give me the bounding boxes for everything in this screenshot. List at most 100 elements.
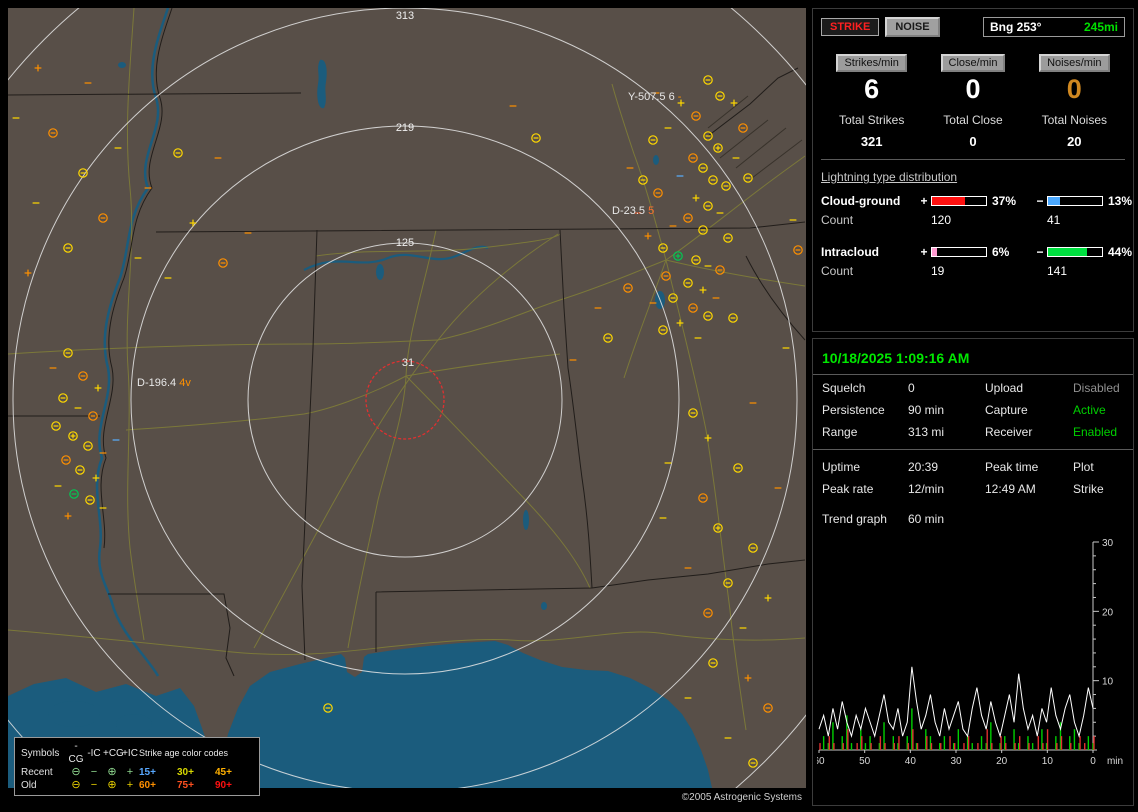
noises-per-min: Noises/min 0: [1024, 53, 1125, 105]
status-panel: 10/18/2025 1:09:16 AM Squelch 0 Upload D…: [812, 338, 1134, 806]
close-per-min-button[interactable]: Close/min: [940, 54, 1006, 72]
range-value: 313 mi: [908, 425, 945, 439]
range-ring-label: 125: [396, 237, 414, 249]
map-area: 313 219 125 31 Y-507.5 6 - D-23.5 5 D-196.4 4v…: [8, 8, 806, 804]
legend-header: Symbols -CG -IC +CG +IC Strike age color…: [21, 740, 253, 766]
legend-age-code: 15+: [139, 767, 156, 778]
upload-status: Disabled: [1073, 381, 1120, 395]
total-strikes: Total Strikes 321: [821, 113, 922, 149]
peak-time-value: 12:49 AM: [985, 482, 1036, 496]
range-ring-label: 219: [396, 122, 414, 134]
total-close-value: 0: [969, 134, 977, 149]
legend-row: Recent ⊖ − ⊕ +15+ 30+ 45+: [21, 766, 253, 779]
trend-y-tick-label: 20: [1102, 607, 1114, 618]
trend-x-unit: min: [1107, 756, 1123, 767]
uptime-value: 20:39: [908, 460, 939, 474]
strike-legend: Symbols -CG -IC +CG +IC Strike age color…: [14, 737, 260, 796]
legend-age-code: 90+: [215, 780, 232, 791]
legend-rows: Recent ⊖ − ⊕ +15+ 30+ 45+ Old ⊖ − ⊕ +60+ 75+ 90+: [21, 766, 253, 792]
intracloud-neg-pct: 44%: [1108, 245, 1133, 259]
trend-window-value: 60 min: [908, 512, 945, 526]
total-close: Total Close 0: [922, 113, 1023, 149]
legend-symbol: ⊖: [71, 779, 81, 791]
status-grid: Squelch 0 Upload Disabled Persistence 90…: [813, 375, 1133, 445]
persistence-label: Persistence: [822, 403, 885, 417]
intracloud-pos-pct: 6%: [992, 245, 1010, 259]
receiver-label: Receiver: [985, 425, 1033, 439]
trend-header: Trend graph 60 min: [813, 502, 1133, 528]
cloud-ground-neg-pct: 13%: [1108, 194, 1133, 208]
close-per-min: Close/min 0: [922, 53, 1023, 105]
legend-symbols-title: Symbols: [21, 747, 60, 759]
side-panel: STRIKE NOISE Bng 253° 245mi Strikes/min …: [812, 8, 1134, 806]
close-per-min-value: 0: [965, 74, 981, 104]
intracloud-pos-count: 19: [931, 264, 945, 278]
total-noises: Total Noises 20: [1024, 113, 1125, 149]
cloud-ground-neg-bar: [1047, 196, 1103, 206]
total-noises-value: 20: [1067, 134, 1082, 149]
trend-x-tick-label: 40: [905, 756, 917, 767]
uptime-grid: Uptime 20:39 Peak time Plot Peak rate 12…: [813, 454, 1133, 502]
storm-cell-label: D-23.5 5: [612, 205, 654, 217]
app-window: 313 219 125 31 Y-507.5 6 - D-23.5 5 D-196.4 4v…: [0, 0, 1138, 812]
total-strikes-value: 321: [860, 134, 883, 149]
bearing-range: 245mi: [1083, 20, 1118, 34]
trend-x-tick-label: 20: [996, 756, 1008, 767]
cloud-ground-label: Cloud-ground: [821, 194, 901, 208]
legend-symbol: −: [90, 766, 98, 778]
noise-mode-button[interactable]: NOISE: [885, 17, 940, 37]
divider: [821, 159, 1125, 160]
intracloud-neg-count: 141: [1047, 264, 1068, 278]
cloud-ground-neg-count: 41: [1047, 213, 1061, 227]
strike-mode-button[interactable]: STRIKE: [821, 18, 880, 36]
copyright-text: ©2005 Astrogenic Systems: [681, 792, 802, 803]
range-ring-label: 31: [402, 357, 414, 369]
legend-col-pos-cg: +CG: [103, 747, 124, 759]
bearing-display: Bng 253° 245mi: [983, 17, 1125, 37]
legend-row: Old ⊖ − ⊕ +60+ 75+ 90+: [21, 779, 253, 792]
legend-age-code: 30+: [177, 767, 194, 778]
minus-sign: −: [1036, 245, 1044, 259]
peak-time-label: Peak time: [985, 460, 1039, 474]
storm-cell-label: Y-507.5 6 -: [628, 91, 682, 103]
squelch-value: 0: [908, 381, 915, 395]
legend-symbol: +: [126, 766, 134, 778]
trend-graph-label: Trend graph: [822, 512, 887, 526]
trend-x-tick-label: 50: [859, 756, 871, 767]
strikes-per-min-button[interactable]: Strikes/min: [836, 54, 907, 72]
intracloud-label: Intracloud: [821, 245, 880, 259]
strike-stats-panel: STRIKE NOISE Bng 253° 245mi Strikes/min …: [812, 8, 1134, 332]
legend-symbol: ⊕: [107, 766, 117, 778]
count-label: Count: [821, 264, 854, 278]
trend-x-tick-label: 10: [1042, 756, 1054, 767]
distribution-grid: Cloud-ground + 37% − 13% Count 120 41 In…: [821, 194, 1132, 278]
legend-col-pos-ic: +IC: [122, 747, 138, 759]
legend-col-neg-ic: -IC: [87, 747, 101, 759]
lightning-map[interactable]: 313 219 125 31 Y-507.5 6 - D-23.5 5 D-196.4 4v: [8, 8, 806, 788]
trend-y-tick-label: 30: [1102, 538, 1114, 549]
minus-sign: −: [1036, 194, 1044, 208]
legend-symbol: ⊖: [71, 766, 81, 778]
strikes-per-min-value: 6: [864, 74, 880, 104]
legend-age-code: 45+: [215, 767, 232, 778]
legend-age-code: 60+: [139, 780, 156, 791]
intracloud-pos-bar: [931, 247, 987, 257]
noises-per-min-button[interactable]: Noises/min: [1039, 54, 1110, 72]
peak-rate-label: Peak rate: [822, 482, 874, 496]
peak-rate-value: 12/min: [908, 482, 945, 496]
bearing-value: Bng 253°: [990, 20, 1042, 34]
trend-x-tick-label: 30: [950, 756, 962, 767]
receiver-status: Enabled: [1073, 425, 1118, 439]
range-label: Range: [822, 425, 858, 439]
storm-cell-label: D-196.4 4v: [137, 377, 191, 389]
legend-age-code: 75+: [177, 780, 194, 791]
persistence-value: 90 min: [908, 403, 945, 417]
distribution-title: Lightning type distribution: [821, 170, 958, 184]
plus-sign: +: [920, 194, 928, 208]
legend-col-neg-cg: -CG: [68, 741, 84, 765]
range-ring-label: 313: [396, 10, 414, 22]
legend-row-label: Recent: [21, 767, 53, 778]
plot-label: Plot: [1073, 460, 1094, 474]
datetime-display: 10/18/2025 1:09:16 AM: [822, 350, 970, 366]
